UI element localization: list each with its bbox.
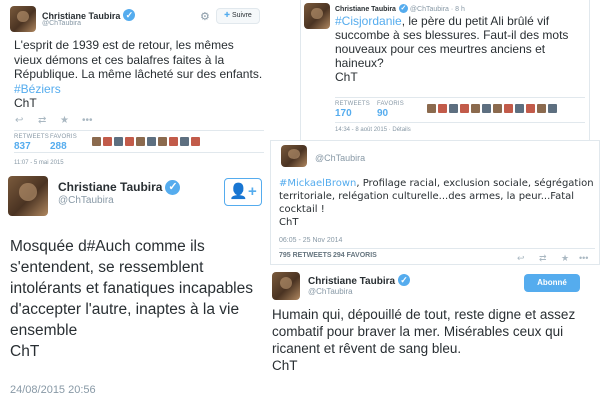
time-ago[interactable]: 8 h	[455, 6, 465, 13]
tweet-card-1: Christiane Taubira ✓ @ChTaubira ⚙ ✚ Suivr…	[0, 0, 270, 170]
subscribed-button[interactable]: Abonné	[524, 274, 580, 292]
favorite-icon[interactable]: ★	[60, 116, 69, 126]
gear-icon[interactable]: ⚙	[200, 10, 210, 23]
tweet-timestamp[interactable]: 11:07 - 5 mai 2015	[14, 160, 64, 166]
avatar[interactable]	[281, 145, 307, 167]
author-handle[interactable]: @ChTaubira	[42, 20, 81, 27]
tweet-card-4: Christiane Taubira ✓ @ChTaubira 👤+ Mosqué…	[0, 170, 270, 406]
reply-icon[interactable]: ↩	[517, 253, 525, 263]
retweets-count[interactable]: 837	[14, 141, 31, 152]
follow-icon: 👤+	[229, 183, 257, 200]
author-handle[interactable]: @ChTaubira	[308, 287, 353, 296]
follow-button[interactable]: ✚ Suivre	[216, 8, 260, 24]
favorite-icon[interactable]: ★	[561, 253, 569, 263]
hashtag-link[interactable]: #MickaelBrown	[279, 178, 356, 189]
divider	[279, 248, 595, 249]
tweet-card-3: @ChTaubira #MickaelBrown, Profilage raci…	[270, 140, 600, 265]
avatar[interactable]	[8, 176, 48, 216]
tweet-text: Mosquée d#Auch comme ils s'entendent, se…	[10, 238, 253, 360]
author-handle[interactable]: @ChTaubira	[315, 153, 365, 163]
divider	[14, 130, 264, 131]
author-handle[interactable]: @ChTaubira	[410, 6, 449, 13]
tweet-text: #Cisjordanie, le père du petit Ali brûlé…	[335, 14, 569, 84]
verified-icon: ✓	[165, 180, 181, 195]
tweet-timestamp[interactable]: 24/08/2015 20:56	[10, 384, 96, 396]
reply-icon[interactable]: ↩	[15, 116, 23, 126]
hashtag-link[interactable]: #Cisjordanie	[335, 14, 402, 28]
favorited-by-avatars[interactable]	[427, 104, 557, 113]
verified-icon: ✓	[123, 9, 136, 21]
tweet-card-2: Christiane Taubira ✓ @ChTaubira · 8 h #Ci…	[300, 0, 590, 148]
tweet-text: Humain qui, dépouillé de tout, reste dig…	[272, 307, 576, 373]
divider	[14, 152, 264, 153]
more-icon[interactable]: •••	[82, 116, 93, 126]
avatar[interactable]	[10, 6, 36, 32]
verified-icon: ✓	[398, 4, 408, 13]
divider	[335, 97, 585, 98]
avatar[interactable]	[272, 272, 300, 300]
author-name[interactable]: Christiane Taubira ✓	[58, 180, 181, 195]
retweet-icon[interactable]: ⇄	[539, 253, 547, 263]
favorites-count[interactable]: 90	[377, 108, 388, 119]
author-handle[interactable]: @ChTaubira	[58, 195, 114, 206]
retweets-count[interactable]: 170	[335, 108, 352, 119]
tweet-text: #MickaelBrown, Profilage racial, exclusi…	[279, 178, 594, 228]
favorites-count[interactable]: 294 FAVORIS	[333, 252, 377, 259]
hashtag-link[interactable]: #Béziers	[14, 82, 61, 96]
author-name[interactable]: Christiane Taubira ✓ @ChTaubira · 8 h	[335, 4, 465, 13]
avatar[interactable]	[304, 3, 330, 29]
favorited-by-avatars[interactable]	[92, 137, 200, 146]
verified-icon: ✓	[398, 274, 411, 286]
tweet-timestamp[interactable]: 06:05 - 25 Nov 2014	[279, 237, 342, 244]
favorites-label: FAVORIS	[377, 101, 404, 107]
author-name[interactable]: Christiane Taubira ✓	[308, 274, 411, 287]
favorites-count[interactable]: 288	[50, 141, 67, 152]
tweet-text: L'esprit de 1939 est de retour, les même…	[14, 38, 263, 110]
retweets-count[interactable]: 795 RETWEETS	[279, 252, 332, 259]
follow-button[interactable]: 👤+	[224, 178, 262, 206]
retweets-label: RETWEETS	[335, 101, 370, 107]
divider	[335, 122, 585, 123]
favorites-label: FAVORIS	[50, 134, 77, 140]
more-icon[interactable]: •••	[579, 253, 588, 263]
retweets-label: RETWEETS	[14, 134, 49, 140]
tweet-card-5: Christiane Taubira ✓ @ChTaubira Abonné Hu…	[262, 268, 600, 406]
retweet-icon[interactable]: ⇄	[38, 116, 46, 126]
tweet-timestamp[interactable]: 14:34 - 8 août 2015 · Détails	[335, 127, 411, 133]
follow-icon: ✚	[224, 12, 231, 19]
